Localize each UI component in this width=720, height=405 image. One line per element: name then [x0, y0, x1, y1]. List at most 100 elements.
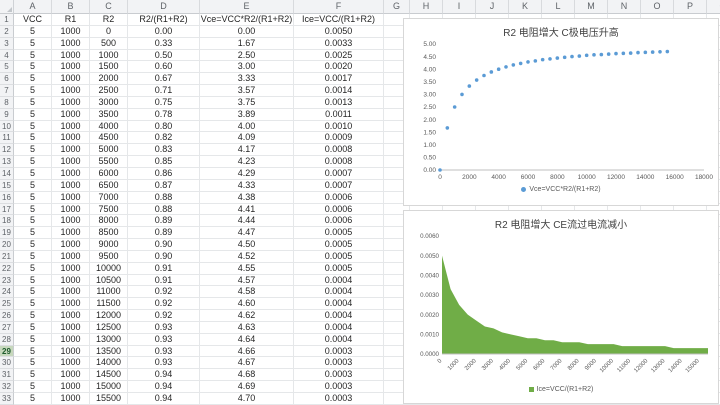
row-header-15[interactable]: 15: [0, 180, 14, 192]
cell-B24[interactable]: 1000: [52, 286, 90, 298]
cell-F6[interactable]: 0.0017: [294, 73, 384, 85]
cell-A16[interactable]: 5: [14, 192, 52, 204]
cell-D7[interactable]: 0.71: [128, 85, 200, 97]
cell-C28[interactable]: 13000: [90, 334, 128, 346]
row-header-10[interactable]: 10: [0, 121, 14, 133]
cell-D17[interactable]: 0.88: [128, 204, 200, 216]
cell-F15[interactable]: 0.0007: [294, 180, 384, 192]
cell-A12[interactable]: 5: [14, 144, 52, 156]
cell-C24[interactable]: 11000: [90, 286, 128, 298]
cell-F30[interactable]: 0.0003: [294, 357, 384, 369]
column-header-C[interactable]: C: [90, 0, 128, 14]
row-header-14[interactable]: 14: [0, 168, 14, 180]
cell-E30[interactable]: 4.67: [200, 357, 294, 369]
cell-C30[interactable]: 14000: [90, 357, 128, 369]
cell-D27[interactable]: 0.93: [128, 322, 200, 334]
cell-B11[interactable]: 1000: [52, 132, 90, 144]
cell-D3[interactable]: 0.33: [128, 38, 200, 50]
cell-F5[interactable]: 0.0020: [294, 61, 384, 73]
cell-A23[interactable]: 5: [14, 275, 52, 287]
cell-D9[interactable]: 0.78: [128, 109, 200, 121]
cell-E6[interactable]: 3.33: [200, 73, 294, 85]
cell-A22[interactable]: 5: [14, 263, 52, 275]
cell-E14[interactable]: 4.29: [200, 168, 294, 180]
cell-E33[interactable]: 4.70: [200, 393, 294, 405]
cell-D31[interactable]: 0.94: [128, 369, 200, 381]
cell-D26[interactable]: 0.92: [128, 310, 200, 322]
row-header-24[interactable]: 24: [0, 286, 14, 298]
cell-A24[interactable]: 5: [14, 286, 52, 298]
cell-B17[interactable]: 1000: [52, 204, 90, 216]
cell-E11[interactable]: 4.09: [200, 132, 294, 144]
cell-B26[interactable]: 1000: [52, 310, 90, 322]
cell-A20[interactable]: 5: [14, 239, 52, 251]
cell-A3[interactable]: 5: [14, 38, 52, 50]
cell-B20[interactable]: 1000: [52, 239, 90, 251]
cell-F19[interactable]: 0.0005: [294, 227, 384, 239]
chart-vce[interactable]: R2 电阻增大 C极电压升高 5.004.504.003.503.002.502…: [403, 18, 719, 206]
cell-C32[interactable]: 15000: [90, 381, 128, 393]
cell-B19[interactable]: 1000: [52, 227, 90, 239]
cell-D15[interactable]: 0.87: [128, 180, 200, 192]
cell-C23[interactable]: 10500: [90, 275, 128, 287]
row-header-22[interactable]: 22: [0, 263, 14, 275]
cell-F12[interactable]: 0.0008: [294, 144, 384, 156]
cell-D24[interactable]: 0.92: [128, 286, 200, 298]
row-header-26[interactable]: 26: [0, 310, 14, 322]
cell-B23[interactable]: 1000: [52, 275, 90, 287]
cell-C22[interactable]: 10000: [90, 263, 128, 275]
row-header-13[interactable]: 13: [0, 156, 14, 168]
cell-C4[interactable]: 1000: [90, 50, 128, 62]
cell-D25[interactable]: 0.92: [128, 298, 200, 310]
cell-A7[interactable]: 5: [14, 85, 52, 97]
cell-A19[interactable]: 5: [14, 227, 52, 239]
cell-C6[interactable]: 2000: [90, 73, 128, 85]
cell-C20[interactable]: 9000: [90, 239, 128, 251]
cell-B16[interactable]: 1000: [52, 192, 90, 204]
column-header-E[interactable]: E: [200, 0, 294, 14]
cell-A11[interactable]: 5: [14, 132, 52, 144]
cell-D29[interactable]: 0.93: [128, 346, 200, 358]
column-header-O[interactable]: O: [641, 0, 674, 14]
cell-B5[interactable]: 1000: [52, 61, 90, 73]
cell-F14[interactable]: 0.0007: [294, 168, 384, 180]
column-header-G[interactable]: G: [384, 0, 410, 14]
cell-E4[interactable]: 2.50: [200, 50, 294, 62]
cell-D5[interactable]: 0.60: [128, 61, 200, 73]
cell-C17[interactable]: 7500: [90, 204, 128, 216]
cell-F4[interactable]: 0.0025: [294, 50, 384, 62]
cell-E12[interactable]: 4.17: [200, 144, 294, 156]
cell-D14[interactable]: 0.86: [128, 168, 200, 180]
cell-D20[interactable]: 0.90: [128, 239, 200, 251]
cell-A27[interactable]: 5: [14, 322, 52, 334]
cell-D4[interactable]: 0.50: [128, 50, 200, 62]
cell-C14[interactable]: 6000: [90, 168, 128, 180]
cell-B12[interactable]: 1000: [52, 144, 90, 156]
select-all-corner[interactable]: [0, 0, 14, 14]
cell-F11[interactable]: 0.0009: [294, 132, 384, 144]
cell-A18[interactable]: 5: [14, 215, 52, 227]
cell-B31[interactable]: 1000: [52, 369, 90, 381]
cell-E1[interactable]: Vce=VCC*R2/(R1+R2): [200, 14, 294, 26]
row-header-16[interactable]: 16: [0, 192, 14, 204]
cell-D8[interactable]: 0.75: [128, 97, 200, 109]
cell-C19[interactable]: 8500: [90, 227, 128, 239]
column-header-J[interactable]: J: [476, 0, 509, 14]
cell-A2[interactable]: 5: [14, 26, 52, 38]
cell-C33[interactable]: 15500: [90, 393, 128, 405]
cell-F10[interactable]: 0.0010: [294, 121, 384, 133]
cell-B15[interactable]: 1000: [52, 180, 90, 192]
cell-F13[interactable]: 0.0008: [294, 156, 384, 168]
row-header-21[interactable]: 21: [0, 251, 14, 263]
cell-B2[interactable]: 1000: [52, 26, 90, 38]
column-header-H[interactable]: H: [410, 0, 443, 14]
cell-E3[interactable]: 1.67: [200, 38, 294, 50]
cell-A17[interactable]: 5: [14, 204, 52, 216]
cell-D10[interactable]: 0.80: [128, 121, 200, 133]
column-header-Q[interactable]: Q: [707, 0, 720, 14]
row-header-31[interactable]: 31: [0, 369, 14, 381]
cell-F26[interactable]: 0.0004: [294, 310, 384, 322]
cell-C18[interactable]: 8000: [90, 215, 128, 227]
cell-C2[interactable]: 0: [90, 26, 128, 38]
row-header-6[interactable]: 6: [0, 73, 14, 85]
